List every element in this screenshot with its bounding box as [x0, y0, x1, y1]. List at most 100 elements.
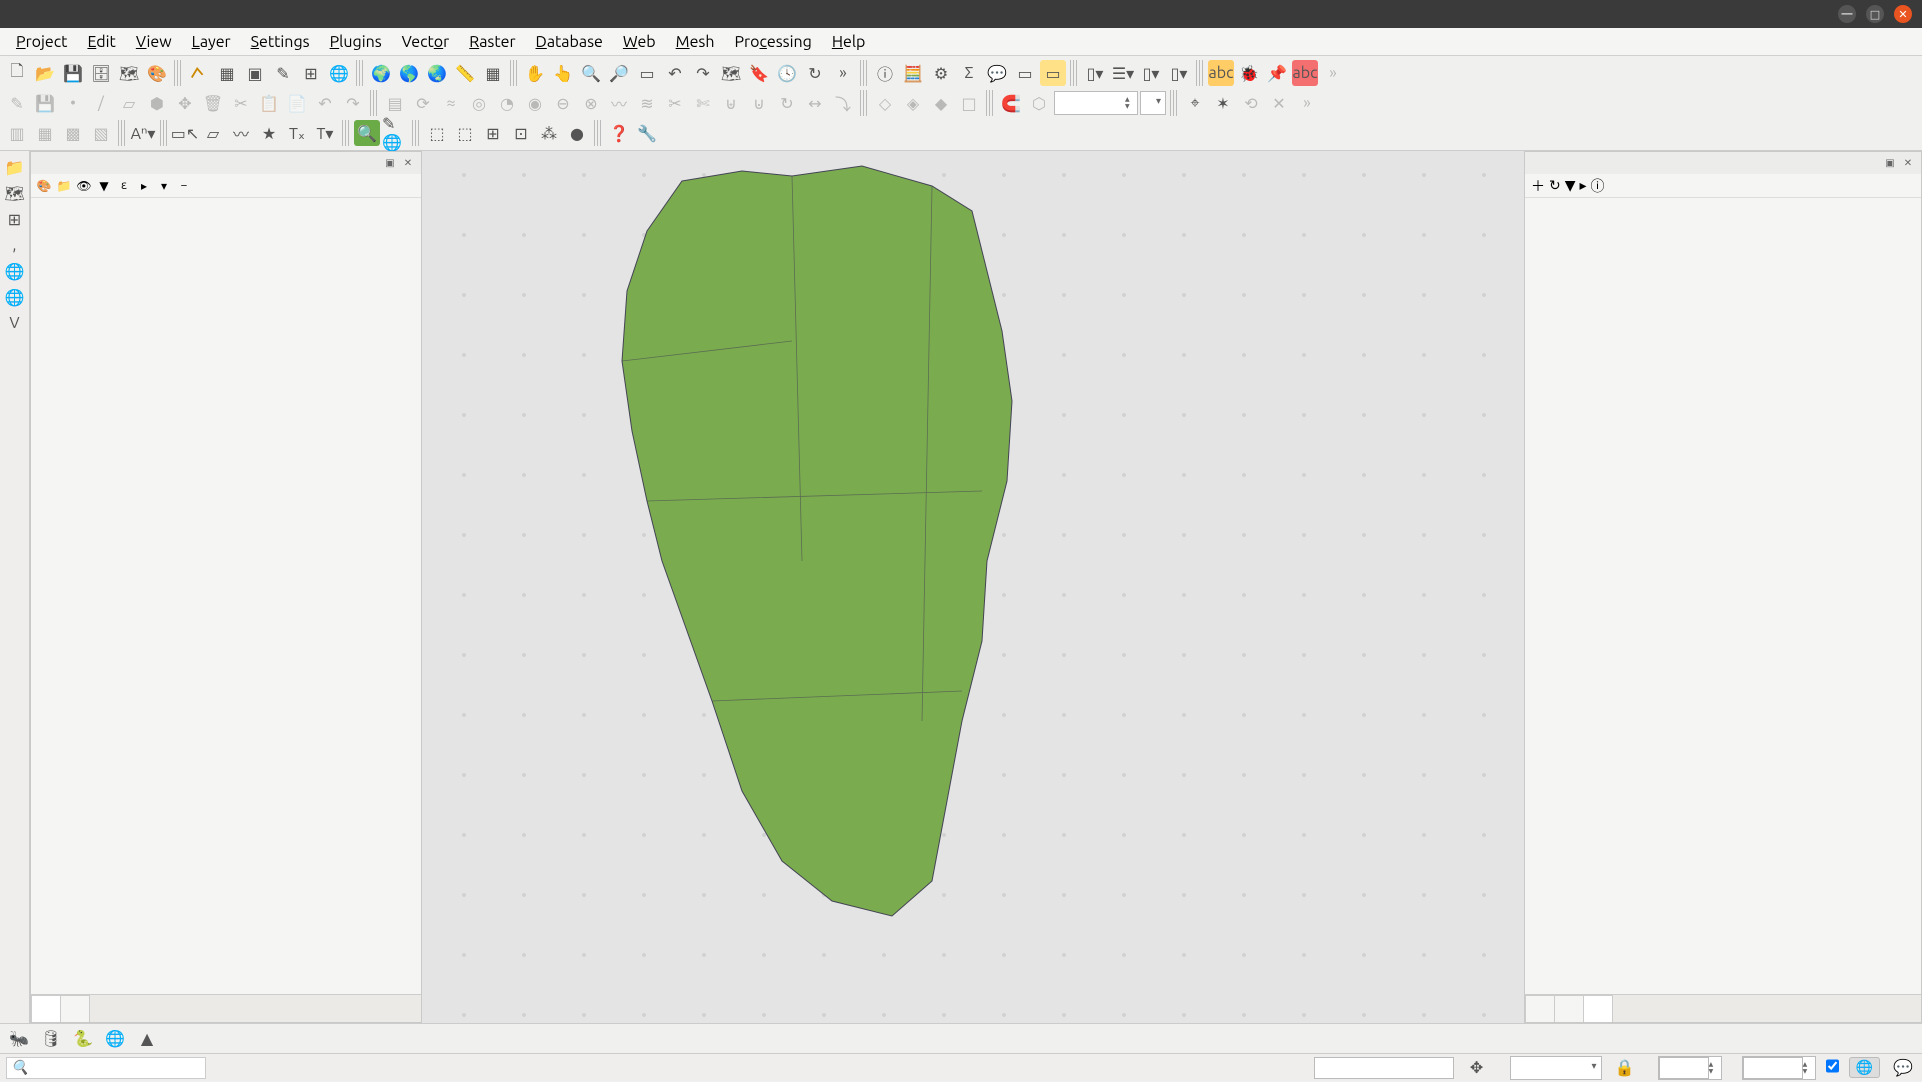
scale-lock-icon[interactable]: 🔒 [1612, 1055, 1638, 1081]
new-mesh-icon[interactable]: ⊞ [298, 60, 324, 86]
pan-icon[interactable]: ✋ [522, 60, 548, 86]
snapping-mode-icon[interactable]: ⬡ [1026, 90, 1052, 116]
add-delimited-icon[interactable]: , [2, 233, 28, 257]
self-snap-icon[interactable]: ⟲ [1238, 90, 1264, 116]
magnifier-input[interactable]: ▲▼ [1658, 1056, 1722, 1080]
menu-mesh[interactable]: Mesh [668, 31, 723, 53]
layer-remove-icon[interactable]: − [175, 177, 193, 195]
locator-input[interactable]: 🔍 [6, 1057, 206, 1079]
browser-properties-icon[interactable]: ⓘ [1591, 176, 1605, 196]
layer-collapse-icon[interactable]: ▾ [155, 177, 173, 195]
new-map-view-icon[interactable]: 🗺 [718, 60, 744, 86]
new-project-icon[interactable]: 🗋 [4, 60, 30, 86]
layers-tree[interactable] [31, 198, 421, 994]
zoom-native-icon[interactable]: ▭ [634, 60, 660, 86]
menu-web[interactable]: Web [615, 31, 664, 53]
select-all-icon[interactable]: ▯▾ [1166, 60, 1192, 86]
add-wms-layer-icon[interactable]: 🌐 [2, 259, 28, 283]
options-icon[interactable]: 🔧 [634, 120, 660, 146]
annotation-line-icon[interactable]: 〰 [228, 120, 254, 146]
style-manager-icon[interactable]: 🎨 [144, 60, 170, 86]
snap-intersect-icon[interactable]: ✶ [1210, 90, 1236, 116]
snapping-enable-icon[interactable]: 🧲 [998, 90, 1024, 116]
zoom-selection-icon[interactable]: 🌏 [424, 60, 450, 86]
coord-toggle-icon[interactable]: ✥ [1464, 1055, 1490, 1081]
crs-button[interactable]: 🌐 [1849, 1057, 1880, 1078]
new-temp-layer-icon[interactable]: ✎ [270, 60, 296, 86]
label-pin-icon[interactable]: 📌 [1264, 60, 1290, 86]
attribute-table-icon[interactable]: ▦ [480, 60, 506, 86]
measure-icon[interactable]: 📏 [452, 60, 478, 86]
menu-settings[interactable]: Settings [243, 31, 318, 53]
field-calc-icon[interactable]: 🧮 [900, 60, 926, 86]
snapping-tolerance-input[interactable]: ▲▼ [1054, 91, 1138, 115]
layers-panel-close-icon[interactable]: ✕ [401, 156, 415, 170]
georef-b-icon[interactable]: ⬚ [452, 120, 478, 146]
menu-layer[interactable]: Layer [184, 31, 239, 53]
identify-icon[interactable]: ⓘ [872, 60, 898, 86]
layer-visibility-icon[interactable]: 👁 [75, 177, 93, 195]
menu-edit[interactable]: Edit [79, 31, 123, 53]
temporal-icon[interactable]: 🕓 [774, 60, 800, 86]
tab-layer-order[interactable] [60, 995, 90, 1022]
select-icon[interactable]: ▭ [1040, 60, 1066, 86]
menu-database[interactable]: Database [528, 31, 611, 53]
help-icon[interactable]: ❓ [606, 120, 632, 146]
new-vector-layer-icon[interactable] [186, 60, 212, 86]
new-geopackage-icon[interactable]: ▦ [214, 60, 240, 86]
select-by-form-icon[interactable]: ☰▾ [1110, 60, 1136, 86]
zoom-out-icon[interactable]: 🔎 [606, 60, 632, 86]
zoom-last-icon[interactable]: ↶ [662, 60, 688, 86]
snapping-unit-select[interactable] [1140, 91, 1166, 115]
new-print-layout-icon[interactable]: 🗺 [116, 60, 142, 86]
browser-panel-detach-icon[interactable]: ▣ [1883, 156, 1897, 170]
browser-tree[interactable] [1525, 198, 1921, 994]
annotation-text-icon[interactable]: Tₓ [284, 120, 310, 146]
zoom-next-icon[interactable]: ↷ [690, 60, 716, 86]
tab-layers[interactable] [31, 995, 61, 1022]
refresh-icon[interactable]: ↻ [802, 60, 828, 86]
layer-filter-icon[interactable]: ▼ [95, 177, 113, 195]
python-console-icon[interactable]: 🐍 [70, 1026, 96, 1052]
show-map-tips-icon[interactable]: 💬 [984, 60, 1010, 86]
menu-vector[interactable]: Vector [394, 31, 458, 53]
add-mesh-layer-icon[interactable]: ⊞ [2, 207, 28, 231]
selection-arrow-icon[interactable]: ▭↖ [172, 120, 198, 146]
select-features-icon[interactable]: ▯▾ [1082, 60, 1108, 86]
deselect-icon[interactable]: ▯▾ [1138, 60, 1164, 86]
db-manager-icon[interactable]: 🛢 [38, 1026, 64, 1052]
menu-project[interactable]: Project [8, 31, 75, 53]
menu-view[interactable]: View [128, 31, 180, 53]
annotation-marker-icon[interactable]: ★ [256, 120, 282, 146]
render-checkbox[interactable] [1826, 1055, 1839, 1080]
new-shapefile-icon[interactable]: ▣ [242, 60, 268, 86]
overflow-1-icon[interactable]: » [830, 60, 856, 86]
browser-filter-icon[interactable]: ▼ [1565, 177, 1576, 194]
add-raster-layer-icon[interactable]: 🗺 [2, 181, 28, 205]
web-icon[interactable]: 🌐 [102, 1026, 128, 1052]
tab-processing-toolbox[interactable] [1525, 995, 1555, 1022]
georef-c-icon[interactable]: ⊞ [480, 120, 506, 146]
new-virtual-layer-icon[interactable]: 🌐 [326, 60, 352, 86]
add-virtual-icon[interactable]: V [2, 311, 28, 335]
diagram-icon[interactable]: 🐞 [1236, 60, 1262, 86]
save-project-icon[interactable]: 💾 [60, 60, 86, 86]
georef-f-icon[interactable]: ● [564, 120, 590, 146]
georef-e-icon[interactable]: ⁂ [536, 120, 562, 146]
layers-panel-detach-icon[interactable]: ▣ [383, 156, 397, 170]
layer-expr-filter-icon[interactable]: ε [115, 177, 133, 195]
georef-a-icon[interactable]: ⬚ [424, 120, 450, 146]
osm-search-icon[interactable]: 🔍 [354, 120, 380, 146]
layer-style-icon[interactable]: 🎨 [35, 177, 53, 195]
annotation-callout-icon[interactable]: T▾ [312, 120, 338, 146]
label-overflow-icon[interactable]: » [1320, 60, 1346, 86]
browser-refresh-icon[interactable]: ↻ [1549, 177, 1561, 194]
browser-collapse-icon[interactable]: ▸ [1580, 177, 1587, 194]
menu-help[interactable]: Help [824, 31, 874, 53]
layer-add-group-icon[interactable]: 📁 [55, 177, 73, 195]
menu-plugins[interactable]: Plugins [322, 31, 390, 53]
annotation-poly-icon[interactable]: ▱ [200, 120, 226, 146]
label-toolbar-icon[interactable]: abc [1208, 60, 1234, 86]
browser-panel-close-icon[interactable]: ✕ [1901, 156, 1915, 170]
rotation-input[interactable]: ▲▼ [1742, 1056, 1816, 1080]
